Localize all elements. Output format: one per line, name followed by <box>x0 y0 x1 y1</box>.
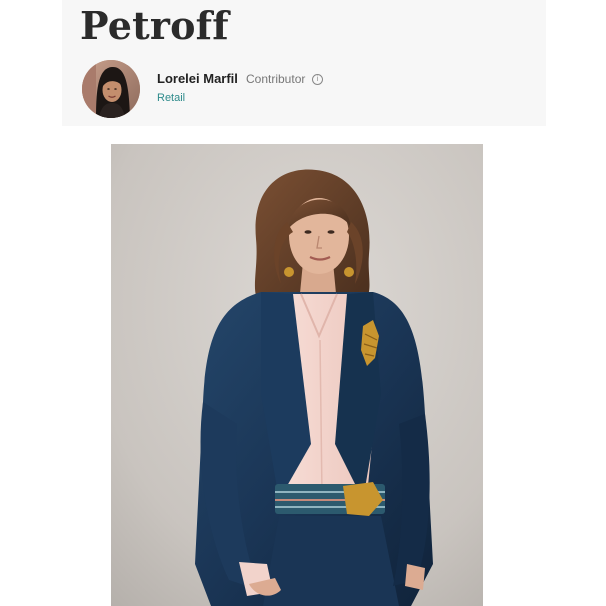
hero-portrait-image <box>111 144 483 606</box>
info-circle-icon[interactable]: i <box>312 74 323 85</box>
article-page: Petroff Lorelei Marfil Contributor i Ret… <box>0 0 606 606</box>
author-role-label: Contributor <box>246 72 306 86</box>
author-avatar[interactable] <box>82 60 140 118</box>
article-title: Petroff <box>80 3 229 48</box>
author-section-link[interactable]: Retail <box>157 92 185 104</box>
author-name-link[interactable]: Lorelei Marfil <box>157 71 238 86</box>
